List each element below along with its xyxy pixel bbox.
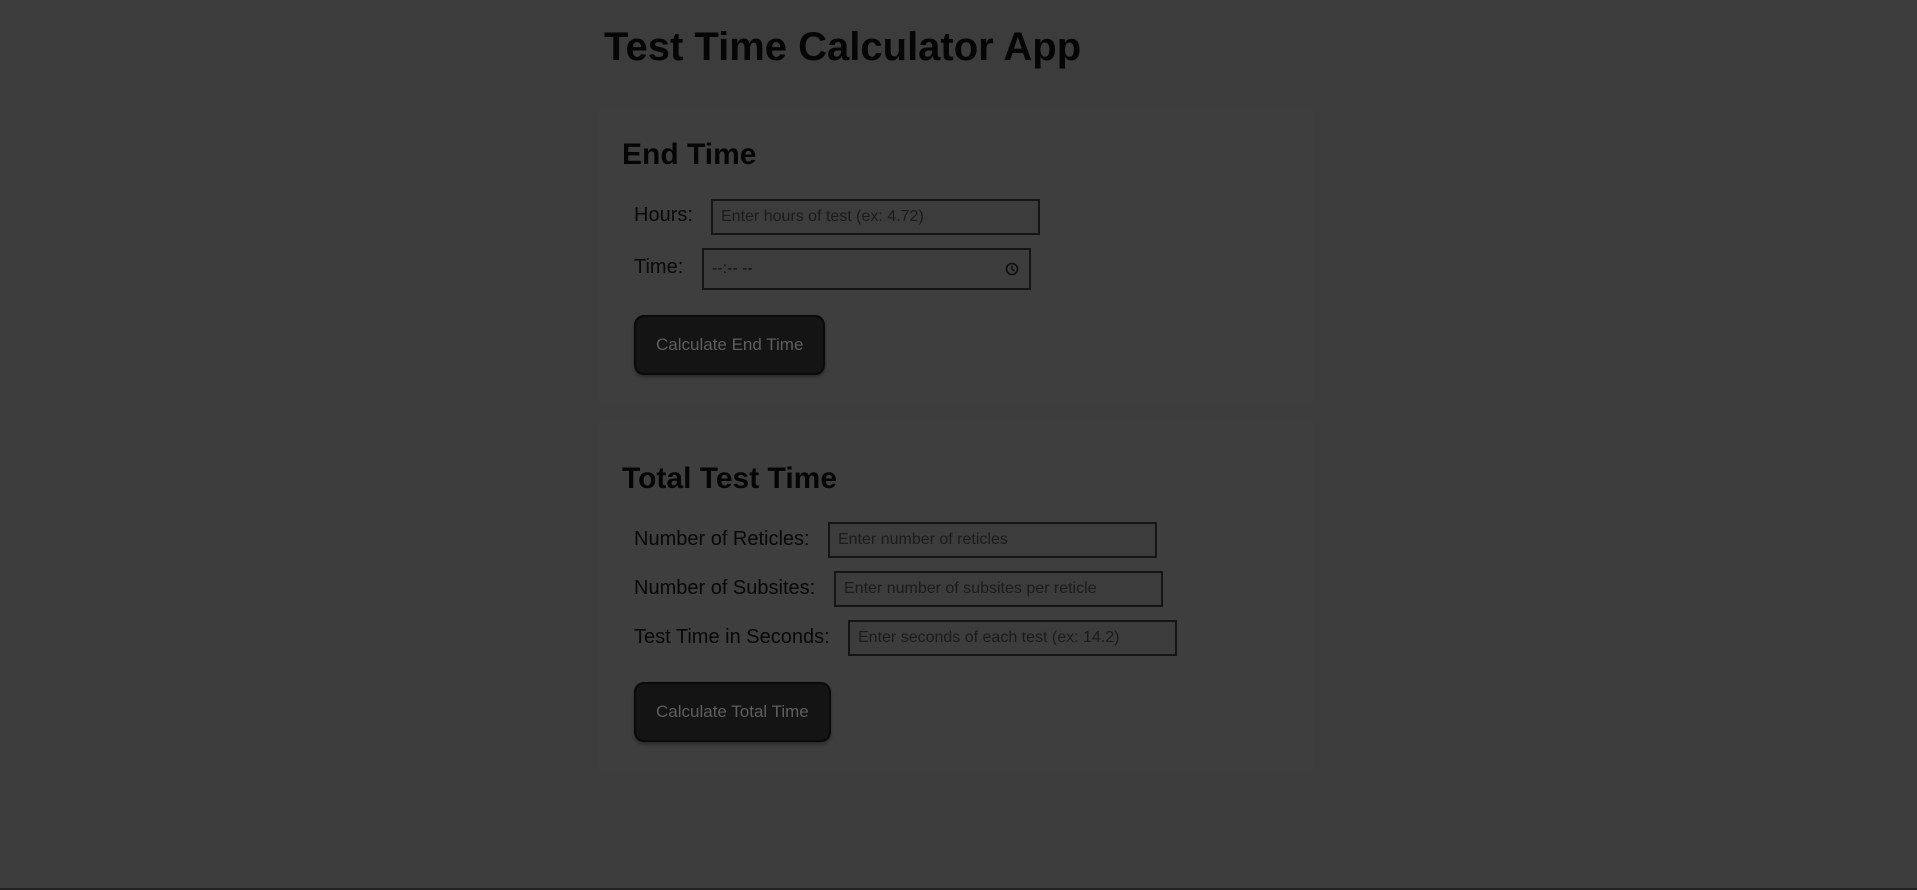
total-test-time-section: Total Test Time Number of Reticles: Numb… <box>598 420 1314 772</box>
total-test-time-heading: Total Test Time <box>622 462 838 495</box>
calculate-total-time-button[interactable]: Calculate Total Time <box>634 682 831 742</box>
reticles-input[interactable] <box>828 522 1157 558</box>
app-page: Test Time Calculator App End Time Hours:… <box>0 0 1917 890</box>
calculate-end-time-button[interactable]: Calculate End Time <box>634 315 826 375</box>
page-title: Test Time Calculator App <box>604 25 1082 69</box>
time-label: Time: <box>634 256 684 278</box>
end-time-section: End Time Hours: Time: --:-- -- Calculate… <box>598 108 1314 404</box>
seconds-label: Test Time in Seconds: <box>634 626 830 648</box>
subsites-label: Number of Subsites: <box>634 577 816 599</box>
subsites-input[interactable] <box>834 571 1163 607</box>
seconds-input[interactable] <box>848 620 1177 656</box>
time-input-value: --:-- -- <box>712 260 753 277</box>
hours-input[interactable] <box>711 199 1040 235</box>
end-time-heading: End Time <box>622 138 757 171</box>
hours-label: Hours: <box>634 204 693 226</box>
reticles-label: Number of Reticles: <box>634 528 810 550</box>
time-input[interactable]: --:-- -- <box>702 248 1031 290</box>
clock-icon[interactable] <box>1005 262 1019 276</box>
